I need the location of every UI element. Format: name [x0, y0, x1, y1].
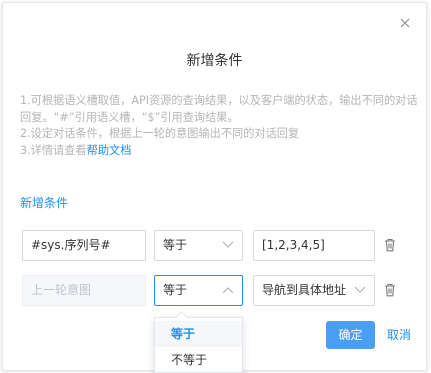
- condition-1-variable-value: #sys.序列号#: [31, 238, 111, 252]
- tip-line-3: 3.详情请查看帮助文档: [20, 143, 418, 160]
- operator-option-not-equal[interactable]: 不等于: [155, 347, 242, 373]
- condition-2-trash-icon[interactable]: [384, 283, 396, 297]
- section-title: 新增条件: [20, 196, 69, 210]
- tip-line-2: 2.设定对话条件，根据上一轮的意图输出不同的对话回复: [20, 127, 300, 140]
- condition-1-value-text: [1,2,3,4,5]: [262, 238, 325, 252]
- operator-option-equal[interactable]: 等于: [155, 321, 242, 347]
- condition-2-operator-value: 等于: [163, 283, 188, 297]
- chevron-down-icon: [222, 241, 234, 248]
- close-icon[interactable]: [397, 15, 413, 31]
- condition-1-operator-select[interactable]: 等于: [154, 230, 243, 261]
- tip-line-3-prefix: 3.详情请查看: [20, 143, 87, 157]
- condition-1-operator-value: 等于: [163, 238, 188, 252]
- cancel-button[interactable]: 取消: [387, 321, 411, 349]
- condition-2-value-select[interactable]: 导航到具体地址: [253, 275, 375, 306]
- condition-2-variable-input[interactable]: 上一轮意图: [22, 275, 146, 306]
- help-tips: 1.可根据语义槽取值，API资源的查询结果，以及客户端的状态，输出不同的对话回复…: [20, 93, 418, 159]
- condition-1-variable-input[interactable]: #sys.序列号#: [22, 230, 146, 261]
- dialog-title: 新增条件: [186, 53, 243, 69]
- tip-line-1: 1.可根据语义槽取值，API资源的查询结果，以及客户端的状态，输出不同的对话回复…: [20, 94, 418, 124]
- condition-2-value-text: 导航到具体地址: [262, 283, 347, 297]
- condition-1-value-input[interactable]: [1,2,3,4,5]: [253, 230, 375, 261]
- chevron-up-icon: [222, 287, 234, 294]
- condition-1-trash-icon[interactable]: [384, 238, 396, 252]
- help-doc-link[interactable]: 帮助文档: [87, 144, 132, 157]
- condition-2-operator-select[interactable]: 等于: [154, 275, 243, 306]
- confirm-button[interactable]: 确定: [326, 321, 375, 349]
- add-condition-dialog: 新增条件 1.可根据语义槽取值，API资源的查询结果，以及客户端的状态，输出不同…: [2, 2, 427, 373]
- operator-dropdown: 等于 不等于: [154, 311, 243, 373]
- condition-2-variable-placeholder: 上一轮意图: [31, 283, 92, 297]
- chevron-down-icon: [354, 286, 366, 293]
